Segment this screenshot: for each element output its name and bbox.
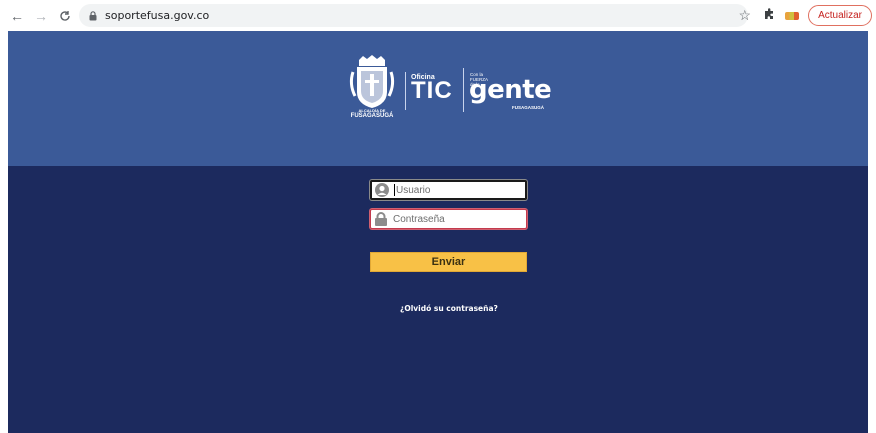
update-button[interactable]: Actualizar bbox=[808, 5, 872, 26]
reload-icon[interactable] bbox=[56, 7, 74, 25]
username-input[interactable] bbox=[396, 184, 521, 196]
bookmark-star-icon[interactable]: ☆ bbox=[739, 7, 752, 24]
browser-toolbar: ← → soportefusa.gov.co ☆ Actualizar bbox=[0, 0, 876, 31]
page-header: ALCALDÍA DE FUSAGASUGÁ Oficina TIC Con l… bbox=[8, 31, 868, 166]
gente-logo-text: gente bbox=[469, 75, 552, 105]
submit-button[interactable]: Enviar bbox=[370, 252, 527, 272]
logo-divider bbox=[463, 68, 464, 112]
tic-label: TIC bbox=[411, 77, 453, 104]
padlock-icon bbox=[374, 212, 388, 226]
extensions-puzzle-icon[interactable] bbox=[763, 8, 775, 23]
back-arrow-icon[interactable]: ← bbox=[8, 7, 26, 25]
username-field[interactable] bbox=[370, 180, 527, 200]
login-page: ALCALDÍA DE FUSAGASUGÁ Oficina TIC Con l… bbox=[8, 31, 868, 433]
login-area bbox=[8, 166, 868, 433]
crest-caption-bottom: FUSAGASUGÁ bbox=[350, 113, 394, 119]
address-bar[interactable]: soportefusa.gov.co bbox=[79, 4, 748, 27]
user-avatar-icon bbox=[375, 183, 389, 197]
gente-subtitle: FUSAGASUGÁ bbox=[512, 105, 545, 110]
text-caret bbox=[394, 184, 395, 196]
logo-divider bbox=[405, 72, 406, 110]
lock-icon[interactable] bbox=[88, 10, 98, 22]
forgot-password-link[interactable]: ¿Olvidó su contraseña? bbox=[400, 304, 498, 313]
password-input[interactable] bbox=[393, 213, 518, 225]
forward-arrow-icon[interactable]: → bbox=[32, 7, 50, 25]
password-field[interactable] bbox=[370, 209, 527, 229]
extension-icon[interactable] bbox=[785, 11, 800, 20]
url-text[interactable]: soportefusa.gov.co bbox=[105, 9, 209, 22]
